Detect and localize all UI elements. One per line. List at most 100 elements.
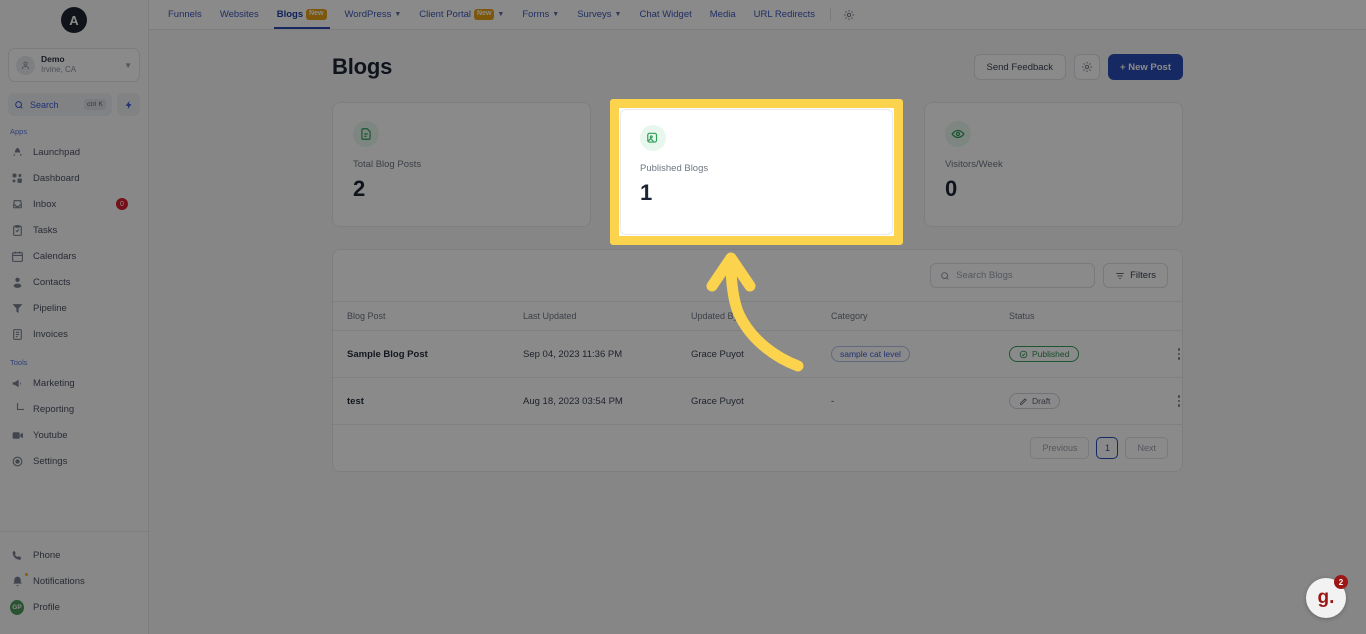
- org-name: Demo: [41, 54, 65, 65]
- stat-value: 0: [945, 176, 958, 201]
- gear-icon: [1082, 62, 1093, 72]
- sidebar-item-reporting[interactable]: Reporting: [0, 396, 148, 422]
- search-input[interactable]: Search ctrl K: [8, 93, 112, 116]
- new-post-button[interactable]: + New Post: [1108, 54, 1183, 80]
- sidebar-item-label: Calendars: [33, 250, 77, 262]
- sidebar-item-youtube[interactable]: Youtube: [0, 422, 148, 448]
- next-page-button[interactable]: Next: [1125, 437, 1168, 459]
- search-icon: [14, 100, 24, 110]
- sidebar-item-calendars[interactable]: Calendars: [0, 243, 148, 269]
- tab-chat-widget[interactable]: Chat Widget: [630, 0, 700, 29]
- stat-label: Total Blog Posts: [353, 159, 422, 170]
- column-header-blog-post: Blog Post: [333, 301, 523, 331]
- sidebar-item-label: Marketing: [33, 377, 75, 389]
- page-number-button[interactable]: 1: [1096, 437, 1119, 459]
- filters-label: Filters: [1130, 270, 1156, 281]
- sidebar-item-marketing[interactable]: Marketing: [0, 370, 148, 396]
- sidebar-item-invoices[interactable]: Invoices: [0, 321, 148, 347]
- sidebar-item-label: Settings: [33, 455, 68, 467]
- sidebar-search-row: Search ctrl K: [8, 93, 140, 116]
- cell-category: sample cat level: [831, 330, 1009, 378]
- tab-label: Forms: [522, 9, 550, 20]
- cell-actions: [1159, 377, 1182, 425]
- check-circle-icon: [1019, 350, 1028, 358]
- clipboard-icon: [10, 223, 24, 237]
- grid-icon: [10, 171, 24, 185]
- rocket-icon: [10, 145, 24, 159]
- row-menu-button[interactable]: [1159, 395, 1182, 407]
- sidebar-item-contacts[interactable]: Contacts: [0, 269, 148, 295]
- tab-surveys[interactable]: Surveys ▼: [568, 0, 630, 29]
- logo-mark: A: [61, 7, 87, 33]
- sidebar-item-profile[interactable]: GP Profile: [0, 594, 149, 620]
- stat-card-visitors-week[interactable]: Visitors/Week 0: [924, 102, 1183, 227]
- bolt-icon: [125, 100, 131, 109]
- image-check-icon: [640, 125, 666, 151]
- table-row[interactable]: test Aug 18, 2023 03:54 PM Grace Puyot -…: [333, 377, 1182, 425]
- org-switcher[interactable]: Demo Irvine, CA ▼: [8, 48, 140, 82]
- tab-wordpress[interactable]: WordPress ▼: [336, 0, 411, 29]
- status-badge: Published: [1009, 346, 1080, 362]
- sidebar-item-label: Profile: [33, 601, 60, 613]
- table-toolbar: Search Blogs Filters: [333, 250, 1182, 301]
- stat-card-total-blog-posts[interactable]: Total Blog Posts 2: [332, 102, 591, 227]
- blogs-table: Blog Post Last Updated Updated By Catego…: [333, 301, 1182, 425]
- filters-button[interactable]: Filters: [1103, 263, 1168, 288]
- page-title: Blogs: [332, 54, 393, 79]
- sidebar-item-notifications[interactable]: Notifications: [0, 568, 149, 594]
- sidebar-item-label: Reporting: [33, 403, 75, 415]
- video-icon: [10, 428, 24, 442]
- send-feedback-button[interactable]: Send Feedback: [973, 54, 1067, 80]
- search-blogs-placeholder: Search Blogs: [956, 270, 1013, 281]
- search-blogs-input[interactable]: Search Blogs: [930, 263, 1096, 288]
- nav-settings-button[interactable]: [837, 0, 861, 29]
- eye-icon: [945, 121, 971, 147]
- row-menu-button[interactable]: [1159, 348, 1182, 360]
- sidebar-item-tasks[interactable]: Tasks: [0, 217, 148, 243]
- invoice-icon: [10, 327, 24, 341]
- search-placeholder: Search: [30, 99, 59, 110]
- chevron-down-icon: ▼: [497, 11, 505, 18]
- org-location: Irvine, CA: [41, 64, 77, 74]
- cell-last-updated: Aug 18, 2023 03:54 PM: [523, 377, 691, 425]
- tab-media[interactable]: Media: [701, 0, 745, 29]
- sidebar-item-pipeline[interactable]: Pipeline: [0, 295, 148, 321]
- document-icon: [353, 121, 379, 147]
- cell-last-updated: Sep 04, 2023 11:36 PM: [523, 330, 691, 378]
- tab-url-redirects[interactable]: URL Redirects: [745, 0, 824, 29]
- sidebar-item-phone[interactable]: Phone: [0, 542, 149, 568]
- tab-label: URL Redirects: [753, 9, 816, 20]
- status-badge: Draft: [1009, 393, 1061, 409]
- new-badge: New: [474, 9, 495, 20]
- tab-label: Websites: [219, 9, 259, 20]
- highlighted-stat-card-published-blogs[interactable]: Published Blogs 1: [620, 109, 893, 235]
- filter-icon: [1116, 272, 1124, 279]
- tab-funnels[interactable]: Funnels: [159, 0, 211, 29]
- cell-blog-post: Sample Blog Post: [333, 330, 523, 378]
- pencil-icon: [1019, 397, 1027, 405]
- gear-icon: [844, 9, 855, 20]
- bell-icon: [10, 572, 29, 588]
- search-icon: [941, 271, 949, 280]
- table-row[interactable]: Sample Blog Post Sep 04, 2023 11:36 PM G…: [333, 330, 1182, 378]
- tab-blogs[interactable]: Blogs New: [268, 0, 336, 29]
- quick-actions-button[interactable]: [117, 93, 140, 116]
- cell-actions: [1159, 330, 1182, 378]
- help-widget[interactable]: g. 2: [1306, 575, 1348, 618]
- chevron-down-icon: ▼: [552, 11, 560, 18]
- app-logo[interactable]: A: [0, 0, 148, 40]
- tab-client-portal[interactable]: Client Portal New ▼: [410, 0, 513, 29]
- column-header-actions: [1159, 301, 1182, 331]
- sidebar-item-inbox[interactable]: Inbox 0: [0, 191, 148, 217]
- org-text: Demo Irvine, CA: [41, 55, 118, 74]
- page-settings-button[interactable]: [1074, 54, 1101, 80]
- sidebar-section-apps-title: Apps: [10, 127, 28, 136]
- tab-label: Chat Widget: [639, 9, 692, 20]
- sidebar-item-launchpad[interactable]: Launchpad: [0, 139, 148, 165]
- tab-forms[interactable]: Forms ▼: [513, 0, 568, 29]
- sidebar-item-dashboard[interactable]: Dashboard: [0, 165, 148, 191]
- tab-websites[interactable]: Websites: [211, 0, 268, 29]
- column-header-last-updated: Last Updated: [523, 301, 691, 331]
- previous-page-button[interactable]: Previous: [1030, 437, 1090, 459]
- sidebar-item-settings[interactable]: Settings: [0, 448, 148, 474]
